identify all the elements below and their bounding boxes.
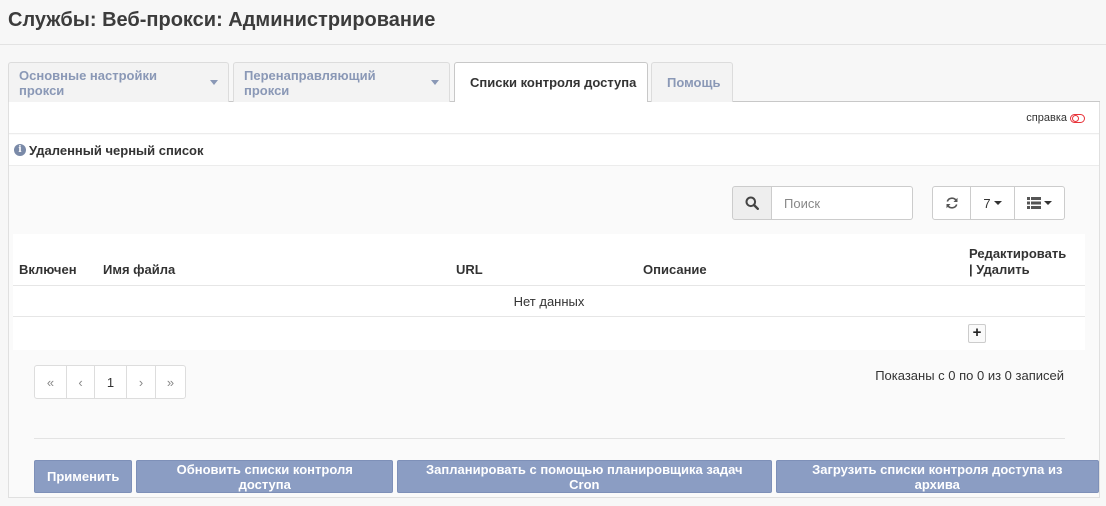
search-input[interactable] <box>772 186 913 220</box>
tab-bar: Основные настройки прокси Перенаправляющ… <box>8 62 1100 103</box>
pager-page-1[interactable]: 1 <box>94 366 126 398</box>
data-grid: Включен Имя файла URL Описание Редактиро… <box>13 234 1085 350</box>
caret-down-icon <box>993 201 1002 205</box>
search-group <box>732 186 913 220</box>
refresh-button[interactable] <box>932 186 971 220</box>
pager-info: Показаны с 0 по 0 из 0 записей <box>875 368 1064 383</box>
chevron-down-icon <box>431 80 439 85</box>
help-toggle[interactable]: справка <box>1026 112 1085 124</box>
tab-general-settings[interactable]: Основные настройки прокси <box>8 62 229 102</box>
update-acl-button[interactable]: Обновить списки контроля доступа <box>136 460 394 493</box>
list-icon <box>1027 197 1041 209</box>
info-icon: i <box>14 144 26 156</box>
apply-button[interactable]: Применить <box>34 460 133 493</box>
divider <box>34 438 1065 439</box>
columns-dropdown[interactable] <box>1015 186 1065 220</box>
column-header-url[interactable]: URL <box>456 262 483 278</box>
column-header-delete: | Удалить <box>969 262 1030 277</box>
help-row: справка <box>9 102 1099 134</box>
refresh-icon <box>946 197 957 209</box>
grid-header: Включен Имя файла URL Описание Редактиро… <box>13 234 1085 286</box>
pager-next[interactable]: › <box>126 366 155 398</box>
title-divider <box>0 44 1106 45</box>
tab-label: Перенаправляющий прокси <box>244 67 376 98</box>
help-label: справка <box>1026 112 1067 124</box>
column-header-commands: Редактировать | Удалить <box>969 246 1066 278</box>
page-size-dropdown[interactable]: 7 <box>971 186 1015 220</box>
schedule-cron-button[interactable]: Запланировать с помощью планировщика зад… <box>397 460 772 493</box>
grid-empty-row: Нет данных <box>13 286 1085 317</box>
download-acl-button[interactable]: Загрузить списки контроля доступа из арх… <box>775 460 1099 493</box>
pagination: « ‹ 1 › » <box>34 365 186 399</box>
page-size-value: 7 <box>983 195 991 211</box>
tab-access-control-lists[interactable]: Списки контроля доступа <box>454 62 648 103</box>
grid-toolbar: 7 <box>932 186 1065 220</box>
caret-down-icon <box>1044 201 1052 205</box>
tab-forward-proxy[interactable]: Перенаправляющий прокси <box>233 62 450 102</box>
action-bar: Применить Обновить списки контроля досту… <box>34 460 1099 493</box>
chevron-down-icon <box>210 80 218 85</box>
column-header-filename[interactable]: Имя файла <box>103 262 175 278</box>
pager-prev[interactable]: ‹ <box>66 366 94 398</box>
section-title: Удаленный черный список <box>29 142 204 158</box>
column-header-enabled[interactable]: Включен <box>19 262 77 278</box>
pager-last[interactable]: » <box>155 366 185 398</box>
column-header-description[interactable]: Описание <box>643 262 707 278</box>
tab-help[interactable]: Помощь <box>651 62 733 102</box>
page-title: Службы: Веб-прокси: Администрирование <box>8 9 436 31</box>
tab-label: Помощь <box>667 75 721 90</box>
tab-label: Основные настройки прокси <box>19 67 157 98</box>
tab-content-panel: справка i Удаленный черный список 7 <box>8 102 1100 498</box>
toggle-off-icon <box>1070 113 1085 123</box>
grid-footer: + <box>13 317 1085 350</box>
tab-label: Списки контроля доступа <box>470 75 637 90</box>
section-header: i Удаленный черный список <box>9 135 1099 166</box>
column-header-edit: Редактировать <box>969 246 1067 261</box>
add-button[interactable]: + <box>968 324 986 343</box>
pager-first[interactable]: « <box>35 366 66 398</box>
search-icon[interactable] <box>732 186 772 220</box>
